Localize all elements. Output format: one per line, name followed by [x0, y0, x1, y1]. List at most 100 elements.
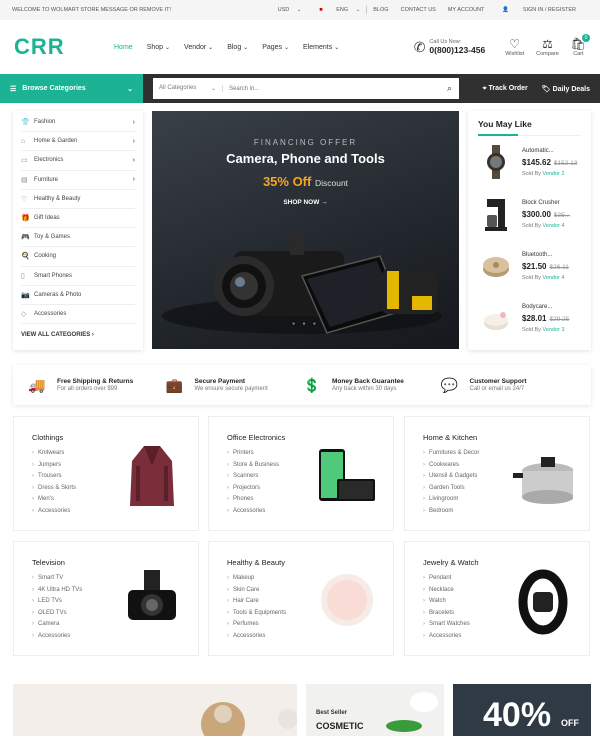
- category-label: Smart Phones: [34, 272, 73, 279]
- feature-item: 🚚 Free Shipping & Returns For all orders …: [28, 376, 134, 393]
- tag-icon: 🏷: [541, 85, 551, 93]
- category-label: Accessories: [34, 310, 67, 317]
- category-item-cooking[interactable]: 🍳 Cooking: [21, 247, 135, 267]
- phones-image: [317, 441, 377, 511]
- chat-icon: 💬: [440, 376, 459, 393]
- promo-banner-cosmetic[interactable]: Best Seller COSMETIC: [306, 684, 444, 736]
- promo-banner-sale[interactable]: 40% OFF: [453, 684, 591, 736]
- diamond-icon: ◇: [21, 310, 27, 318]
- chevron-right-icon: ›: [132, 176, 135, 184]
- category-item-gift-ideas[interactable]: 🎁 Gift Ideas: [21, 209, 135, 229]
- slider-dots[interactable]: ● ● ●: [152, 321, 459, 327]
- flower-image: [386, 692, 438, 732]
- heart-icon: ♡: [509, 37, 521, 51]
- category-item-electronics[interactable]: ▭ Electronics ›: [21, 151, 135, 171]
- nav-pages[interactable]: Pages ⌄: [262, 44, 289, 51]
- category-label: Furniture: [34, 176, 59, 183]
- phone-number: 0(800)123-456: [429, 45, 486, 55]
- category-item-toy-games[interactable]: 🎮 Toy & Games: [21, 228, 135, 248]
- category-item-home-garden[interactable]: ⌂ Home & Garden ›: [21, 132, 135, 152]
- product-item[interactable]: Bluetooth... $21.50 $26.11 Sold By Vendor…: [478, 240, 581, 292]
- compare-icon: ⚖: [542, 37, 553, 51]
- browse-categories-button[interactable]: ☰ Browse Categories ⌄: [0, 74, 143, 103]
- money-icon: 💲: [303, 376, 321, 393]
- search-icon[interactable]: ⌕: [440, 83, 459, 94]
- user-icon: 👤: [502, 7, 510, 13]
- phone-icon: ✆: [413, 38, 426, 55]
- top-bar: WELCOME TO WOLMART STORE MESSAGE OR REMO…: [0, 0, 600, 20]
- category-label: Toy & Games: [34, 234, 71, 241]
- compare-button[interactable]: ⚖ Compare: [536, 37, 559, 57]
- location-icon: ⌖: [482, 84, 487, 92]
- language-select[interactable]: ■ ENG ⌄: [307, 7, 366, 13]
- nav-vendor[interactable]: Vendor ⌄: [184, 44, 213, 51]
- fashion-icon: 👕: [21, 119, 30, 127]
- main-nav: Home Shop ⌄ Vendor ⌄ Blog ⌄ Pages ⌄ Elem…: [114, 44, 414, 51]
- currency-select[interactable]: USD ⌄: [266, 7, 308, 13]
- view-all-categories-link[interactable]: VIEW ALL CATEGORIES ›: [21, 324, 135, 338]
- category-label: Electronics: [34, 157, 64, 164]
- hero-banner[interactable]: FINANCING OFFER Camera, Phone and Tools …: [152, 111, 459, 349]
- bag-icon: 💼: [165, 376, 184, 393]
- category-card-clothings: Clothings Knitwears Jumpers Trousers Dre…: [13, 416, 199, 531]
- nav-blog[interactable]: Blog ⌄: [227, 44, 248, 51]
- signin-link[interactable]: 👤 SIGN IN / REGISTER: [490, 7, 588, 13]
- product-item[interactable]: Automatic... $145.62 $152.13 Sold By Vend…: [478, 136, 581, 188]
- topbar-link-blog[interactable]: BLOG: [367, 7, 394, 13]
- bodycare-image: [478, 300, 514, 336]
- category-label: Gift Ideas: [34, 215, 60, 222]
- you-may-like-panel: You May Like Automatic... $145.62 $152.13…: [468, 111, 591, 350]
- category-card-healthy-beauty: Healthy & Beauty Makeup Skin Care Hair C…: [208, 541, 394, 656]
- gift-icon: 🎁: [21, 215, 30, 223]
- topbar-link-contact[interactable]: CONTACT US: [395, 7, 442, 13]
- bluetooth-speaker-image: [478, 248, 514, 284]
- category-card-home-kitchen: Home & Kitchen Furnitures & Decor Cookwa…: [404, 416, 590, 531]
- category-item-fashion[interactable]: 👕 Fashion ›: [21, 113, 135, 133]
- category-label: Fashion: [34, 119, 56, 126]
- nav-elements[interactable]: Elements ⌄: [303, 44, 339, 51]
- daily-deals-link[interactable]: 🏷 Daily Deals: [542, 85, 590, 93]
- fashion-image: [201, 702, 297, 736]
- smartwatch-image: [513, 566, 573, 636]
- you-may-like-title: You May Like: [478, 119, 581, 136]
- chevron-right-icon: ›: [132, 156, 135, 164]
- chevron-down-icon: ⌄: [127, 85, 133, 93]
- call-us[interactable]: ✆ Call Us Now: 0(800)123-456: [414, 39, 486, 56]
- track-order-link[interactable]: ⌖ Track Order: [483, 85, 528, 93]
- coffee-maker-image: [478, 196, 514, 232]
- cart-count-badge: 0: [582, 34, 590, 42]
- chevron-down-icon: ⌄: [284, 44, 290, 51]
- topbar-link-account[interactable]: MY ACCOUNT: [442, 7, 491, 13]
- nav-shop[interactable]: Shop ⌄: [147, 44, 170, 51]
- category-label: Healthy & Beauty: [34, 195, 81, 202]
- product-item[interactable]: Bodycare... $28.01 $29.25 Sold By Vendor …: [478, 292, 581, 344]
- cart-button[interactable]: 🛍 0 Cart: [571, 34, 590, 57]
- category-item-smart-phones[interactable]: ▯ Smart Phones: [21, 267, 135, 286]
- welcome-message: WELCOME TO WOLMART STORE MESSAGE OR REMO…: [12, 7, 172, 13]
- category-item-accessories[interactable]: ◇ Accessories: [21, 305, 135, 325]
- nav-home[interactable]: Home: [114, 44, 133, 51]
- chevron-down-icon: ⌄: [334, 44, 340, 51]
- features-bar: 🚚 Free Shipping & Returns For all orders …: [13, 365, 591, 405]
- category-card-television: Television Smart TV 4K Ultra HD TVs LED …: [13, 541, 199, 656]
- promo-banner-fashion[interactable]: [13, 684, 297, 736]
- category-label: Cameras & Photo: [34, 291, 82, 298]
- category-item-healthy-beauty[interactable]: ♡ Healthy & Beauty: [21, 190, 135, 209]
- category-item-furniture[interactable]: ▤ Furniture ›: [21, 171, 135, 190]
- wishlist-button[interactable]: ♡ Wishlist: [505, 37, 524, 57]
- category-label: Home & Garden: [34, 138, 78, 145]
- coat-image: [122, 441, 182, 511]
- search-input[interactable]: Search in...: [223, 86, 440, 92]
- logo[interactable]: CRR: [14, 34, 114, 60]
- chevron-down-icon: ⌄: [243, 44, 249, 51]
- category-card-office-electronics: Office Electronics Printers Store & Busi…: [208, 416, 394, 531]
- search-category-select[interactable]: All Categories ⌄: [153, 85, 223, 92]
- phone-icon: ▯: [21, 272, 25, 280]
- category-item-cameras-photo[interactable]: 📷 Cameras & Photo: [21, 286, 135, 305]
- search-bar: All Categories ⌄ Search in... ⌕: [153, 78, 459, 99]
- chevron-right-icon: ›: [132, 118, 135, 126]
- watch-image: [478, 144, 514, 180]
- category-label: Cooking: [34, 253, 57, 260]
- chevron-right-icon: ›: [132, 137, 135, 145]
- product-item[interactable]: Block Crusher $300.00 $35... Sold By Vend…: [478, 188, 581, 240]
